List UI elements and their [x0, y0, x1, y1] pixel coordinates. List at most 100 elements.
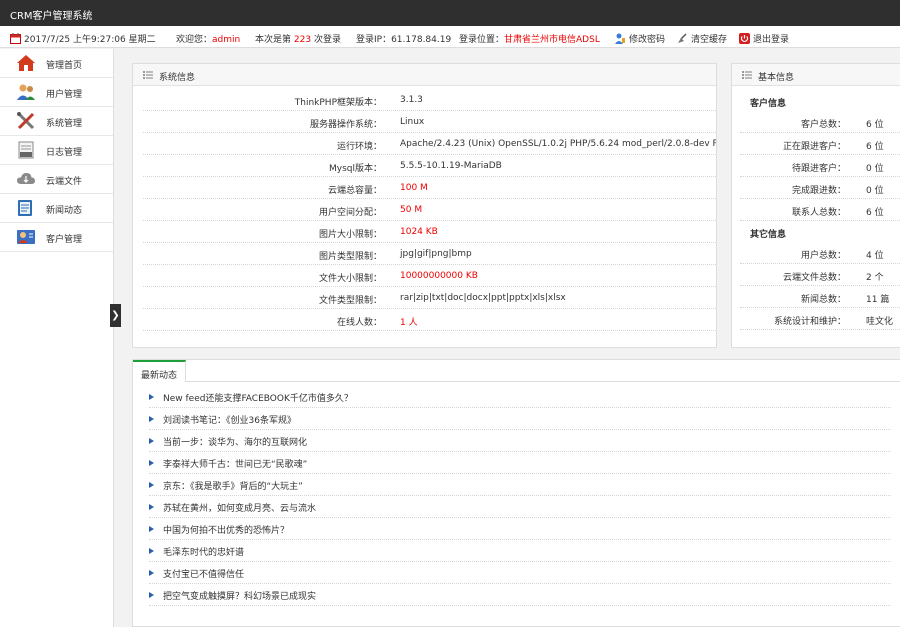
- stat-label: 完成跟进数：: [791, 186, 846, 196]
- user-key-icon: [615, 33, 625, 44]
- tab-latest-news[interactable]: 最新动态: [133, 360, 187, 382]
- news-title-link[interactable]: 把空气变成触摸屏？科幻场景已成现实: [163, 589, 316, 602]
- info-label: Mysql版本：: [329, 164, 382, 174]
- app-title: CRM客户管理系统: [10, 11, 93, 22]
- news-title-link[interactable]: 李泰祥大师千古：世间已无“民歌魂”: [163, 457, 307, 470]
- news-title-link[interactable]: 中国为何拍不出优秀的恐怖片？: [163, 523, 289, 536]
- info-label: 图片大小限制：: [318, 230, 382, 240]
- info-label: 云端总容量：: [327, 186, 382, 196]
- login-count-value: 223: [293, 35, 312, 45]
- arrow-right-icon: [149, 416, 154, 422]
- sidebar-item-users[interactable]: 用户管理: [0, 78, 113, 107]
- info-row: 图片大小限制： 1024 KB: [143, 221, 716, 243]
- news-title-link[interactable]: 当前一步：谈华为、海尔的互联网化: [163, 435, 307, 448]
- stat-row: 系统设计和维护： 哇文化: [740, 308, 900, 330]
- sidebar-item-logs[interactable]: 日志管理: [0, 136, 113, 165]
- info-value: rar|zip|txt|doc|docx|ppt|pptx|xls|xlsx: [400, 293, 566, 303]
- news-icon: [18, 200, 32, 216]
- news-title-link[interactable]: 苏轼在黄州，如何变成月亮、云与流水: [163, 501, 316, 514]
- info-value: 10000000000 KB: [400, 271, 478, 281]
- cloud-icon: [17, 173, 35, 184]
- stat-row: 联系人总数： 6 位: [740, 199, 900, 221]
- news-item[interactable]: New feed还能支撑FACEBOOK千亿市值多久？: [149, 386, 891, 408]
- sidebar-item-cloud-files[interactable]: 云端文件: [0, 165, 113, 194]
- stat-label: 联系人总数：: [791, 208, 846, 218]
- change-password-label: 修改密码: [629, 35, 666, 45]
- sidebar-item-label: 用户管理: [46, 90, 83, 100]
- news-item[interactable]: 刘润读书笔记：《创业36条军规》: [149, 408, 891, 430]
- stat-label: 系统设计和维护：: [773, 317, 846, 327]
- news-item[interactable]: 中国为何拍不出优秀的恐怖片？: [149, 518, 891, 540]
- stat-row: 新闻总数： 11 篇: [740, 286, 900, 308]
- login-count-suffix: 次登录: [313, 35, 341, 45]
- stat-label: 待跟进客户：: [791, 164, 846, 174]
- list-icon: [742, 71, 752, 79]
- news-item[interactable]: 京东：《我是歌手》背后的“大玩主”: [149, 474, 891, 496]
- login-ip: 登录IP：61.178.84.19: [356, 35, 452, 45]
- news-title-link[interactable]: 支付宝已不值得信任: [163, 567, 244, 580]
- clear-cache-link[interactable]: 清空缓存: [677, 32, 727, 45]
- change-password-link[interactable]: 修改密码: [615, 32, 665, 45]
- stat-row: 客户总数： 6 位: [740, 111, 900, 133]
- info-label: 图片类型限制：: [318, 252, 382, 262]
- stat-value: 0 位: [866, 186, 884, 196]
- log-icon: [18, 141, 34, 159]
- news-title-link[interactable]: 京东：《我是歌手》背后的“大玩主”: [163, 479, 303, 492]
- news-item[interactable]: 毛泽东时代的忠奸谱: [149, 540, 891, 562]
- sidebar-item-customers[interactable]: 客户管理: [0, 223, 113, 252]
- info-label: 文件大小限制：: [318, 274, 382, 284]
- login-count: 本次是第 223 次登录: [255, 32, 341, 45]
- info-row: ThinkPHP框架版本： 3.1.3: [143, 89, 716, 111]
- stat-value: 4 位: [866, 251, 884, 261]
- info-value: jpg|gif|png|bmp: [400, 249, 472, 259]
- sidebar-item-system[interactable]: 系统管理: [0, 107, 113, 136]
- news-item[interactable]: 李泰祥大师千古：世间已无“民歌魂”: [149, 452, 891, 474]
- logout-link[interactable]: 退出登录: [739, 32, 789, 45]
- login-location: 登录位置：甘肃省兰州市电信ADSL: [459, 32, 600, 45]
- info-bar: 2017/7/25 上午9:27:06 星期二 欢迎您：admin 本次是第 2…: [0, 26, 900, 48]
- news-item[interactable]: 苏轼在黄州，如何变成月亮、云与流水: [149, 496, 891, 518]
- sidebar-collapse-button[interactable]: ❯: [110, 304, 121, 327]
- sidebar-item-label: 客户管理: [46, 235, 83, 245]
- news-title-link[interactable]: New feed还能支撑FACEBOOK千亿市值多久？: [163, 391, 353, 404]
- news-title-link[interactable]: 毛泽东时代的忠奸谱: [163, 545, 244, 558]
- broom-icon: [678, 33, 687, 43]
- info-row: Mysql版本： 5.5.5-10.1.19-MariaDB: [143, 155, 716, 177]
- info-label: 服务器操作系统：: [309, 120, 382, 130]
- stat-value: 6 位: [866, 120, 884, 130]
- login-count-prefix: 本次是第: [255, 35, 292, 45]
- basic-info-title: 基本信息: [758, 73, 795, 83]
- stat-label: 客户总数：: [800, 120, 846, 130]
- stat-value: 2 个: [866, 273, 884, 283]
- arrow-right-icon: [149, 548, 154, 554]
- info-value: 3.1.3: [400, 95, 423, 105]
- datetime-display: 2017/7/25 上午9:27:06 星期二: [10, 32, 156, 45]
- stat-row: 用户总数： 4 位: [740, 242, 900, 264]
- info-value: Linux: [400, 117, 425, 127]
- stat-value: 6 位: [866, 142, 884, 152]
- users-icon: [17, 84, 35, 100]
- info-row: 服务器操作系统： Linux: [143, 111, 716, 133]
- arrow-right-icon: [149, 504, 154, 510]
- home-icon: [17, 55, 35, 71]
- news-panel: 最新动态 New feed还能支撑FACEBOOK千亿市值多久？ 刘润读书笔记：《…: [132, 359, 900, 627]
- info-label: ThinkPHP框架版本：: [294, 98, 382, 108]
- info-value: 100 M: [400, 183, 428, 193]
- arrow-right-icon: [149, 394, 154, 400]
- news-item[interactable]: 当前一步：谈华为、海尔的互联网化: [149, 430, 891, 452]
- info-row: 在线人数： 1 人: [143, 309, 716, 331]
- stat-row: 待跟进客户： 0 位: [740, 155, 900, 177]
- news-title-link[interactable]: 刘润读书笔记：《创业36条军规》: [163, 413, 296, 426]
- stat-row: 云端文件总数： 2 个: [740, 264, 900, 286]
- app-header: CRM客户管理系统: [0, 0, 900, 26]
- news-item[interactable]: 把空气变成触摸屏？科幻场景已成现实: [149, 584, 891, 606]
- stat-row: 完成跟进数： 0 位: [740, 177, 900, 199]
- logout-label: 退出登录: [753, 35, 790, 45]
- sidebar-item-home[interactable]: 管理首页: [0, 49, 113, 78]
- info-row: 云端总容量： 100 M: [143, 177, 716, 199]
- info-label: 用户空间分配：: [318, 208, 382, 218]
- sidebar-item-news[interactable]: 新闻动态: [0, 194, 113, 223]
- news-item[interactable]: 支付宝已不值得信任: [149, 562, 891, 584]
- stat-value: 哇文化: [866, 317, 894, 327]
- info-row: 文件大小限制： 10000000000 KB: [143, 265, 716, 287]
